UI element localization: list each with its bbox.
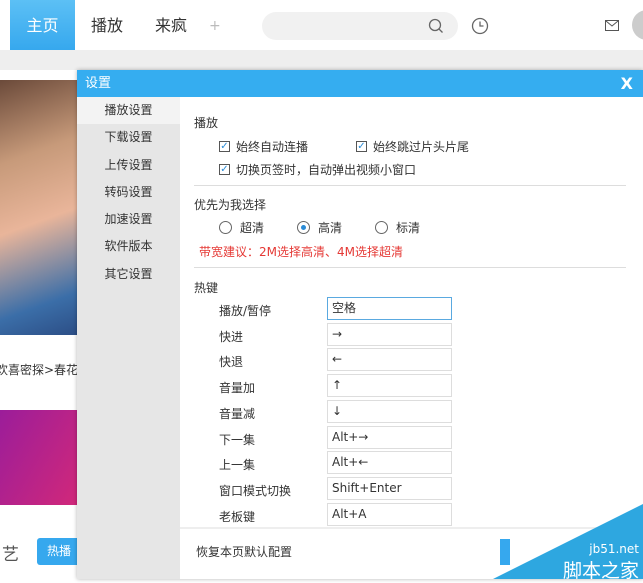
hotkey-input[interactable]: ↑ [327,374,452,398]
radio-icon[interactable] [375,221,388,234]
top-nav: 主页 播放 来疯 + [0,0,643,50]
add-tab-button[interactable]: + [209,0,221,50]
hotkey-label: 老板键 [219,509,256,524]
hotkey-input[interactable]: Shift+Enter [327,476,452,500]
dialog-title: 设置 [85,76,112,91]
video-thumbnail[interactable] [0,80,77,335]
sidebar-item-download[interactable]: 下载设置 [77,124,180,151]
divider [194,267,626,268]
promo-banner[interactable] [0,410,77,505]
sidebar-item-other[interactable]: 其它设置 [77,261,180,288]
hotkey-input[interactable]: ← [327,348,452,372]
hotkey-input[interactable]: ↓ [327,399,452,423]
radio-label: 高清 [318,221,343,235]
section-heading-quality: 优先为我选择 [194,198,267,212]
divider [194,185,626,186]
video-caption[interactable]: 欢喜密探>春花 [0,361,77,378]
sidebar-item-accelerate[interactable]: 加速设置 [77,206,180,233]
hotkey-label: 播放/暂停 [219,304,272,318]
section-heading-hotkeys: 热键 [194,281,219,295]
tab-home[interactable]: 主页 [10,0,75,50]
hotkey-input[interactable]: Alt+A [327,502,452,526]
checkbox-mini-window[interactable]: ✓ 切换页签时，自动弹出视频小窗口 [219,161,416,178]
checkbox-auto-continue[interactable]: ✓ 始终自动连播 [219,138,308,155]
settings-dialog: 设置 X 播放设置 下载设置 上传设置 转码设置 加速设置 软件版本 其它设置 … [77,70,643,579]
radio-hd[interactable]: 高清 [297,219,342,236]
settings-sidebar: 播放设置 下载设置 上传设置 转码设置 加速设置 软件版本 其它设置 [77,97,180,579]
tab-play[interactable]: 播放 [91,0,123,50]
hotkey-label: 音量加 [219,381,256,396]
radio-super-hd[interactable]: 超清 [219,219,264,236]
dialog-titlebar: 设置 X [77,70,643,97]
history-clock-icon[interactable] [471,17,489,35]
section-heading-play: 播放 [194,116,219,130]
hotkey-input[interactable]: Alt+← [327,451,452,475]
hotkey-label: 音量减 [219,406,256,421]
checkbox-checked-icon[interactable]: ✓ [219,141,230,152]
hotkey-label: 快退 [219,355,244,370]
radio-selected-icon[interactable] [297,221,310,234]
radio-label: 标清 [396,221,421,235]
sidebar-item-version[interactable]: 软件版本 [77,233,180,260]
radio-label: 超清 [240,221,265,235]
search-icon[interactable] [428,18,444,34]
watermark-logo: jb51.net 脚本之家 [493,504,643,582]
reset-defaults-link[interactable]: 恢复本页默认配置 [196,543,292,560]
sidebar-item-play[interactable]: 播放设置 [77,97,180,125]
avatar[interactable] [632,10,643,40]
checkbox-checked-icon[interactable]: ✓ [356,141,367,152]
divider-strip [0,50,643,70]
tab-laifeng[interactable]: 来疯 [155,0,187,50]
hotkey-label: 上一集 [219,458,256,473]
checkbox-label: 始终自动连播 [236,140,309,154]
search-input[interactable] [262,12,458,40]
hotkey-label: 快进 [219,329,244,344]
close-icon[interactable]: X [621,70,633,97]
hotkey-input[interactable]: Alt+→ [327,425,452,449]
checkbox-checked-icon[interactable]: ✓ [219,164,230,175]
bandwidth-tip: 带宽建议：2M选择高清、4M选择超清 [199,245,403,259]
checkbox-label: 始终跳过片头片尾 [373,140,470,154]
section-title: 艺 [2,545,19,565]
checkbox-label: 切换页签时，自动弹出视频小窗口 [236,163,417,177]
sidebar-item-upload[interactable]: 上传设置 [77,152,180,179]
hotkey-input[interactable]: 空格 [327,297,452,320]
sidebar-item-transcode[interactable]: 转码设置 [77,179,180,206]
hotkey-label: 下一集 [219,432,256,447]
radio-icon[interactable] [219,221,232,234]
settings-content: 播放 ✓ 始终自动连播 ✓ 始终跳过片头片尾 ✓ 切换页签时，自动弹出视频小窗口 优先… [180,97,643,527]
mail-icon[interactable] [605,20,619,31]
radio-sd[interactable]: 标清 [375,219,420,236]
hotkey-label: 窗口模式切换 [219,483,292,498]
hotkey-input[interactable]: → [327,322,452,346]
checkbox-skip-intro[interactable]: ✓ 始终跳过片头片尾 [356,138,469,155]
watermark-text: jb51.net [589,542,639,556]
